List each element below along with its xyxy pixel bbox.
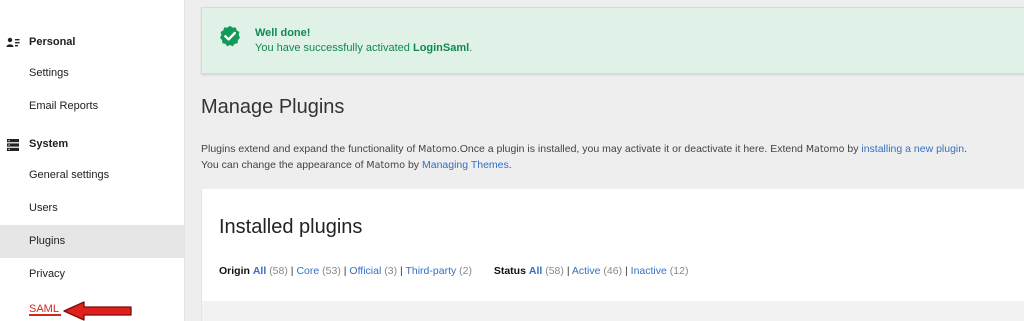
notification-message-suffix: . (469, 42, 473, 54)
sidebar-item-plugins[interactable]: Plugins (0, 225, 185, 258)
sidebar-section-label: System (29, 138, 69, 150)
filter-separator: | (343, 265, 347, 277)
red-arrow-annotation (63, 301, 132, 321)
page-description-line-2: You can change the appearance of Matomo … (201, 159, 512, 171)
notification-message-prefix: You have successfully activated (255, 42, 413, 54)
sidebar-item-label: Settings (29, 67, 69, 79)
origin-count-official: (3) (384, 265, 398, 277)
desc-text: .Once a plugin is installed, you may act… (456, 143, 806, 155)
notification-title: Well done! (255, 27, 311, 39)
status-filter-active[interactable]: Active (572, 265, 601, 277)
sidebar-item-label: Privacy (29, 268, 66, 280)
origin-count-core: (53) (322, 265, 341, 277)
success-notification: Well done! You have successfully activat… (201, 7, 1024, 74)
status-count-inactive: (12) (669, 265, 689, 277)
filter-separator: | (566, 265, 570, 277)
sidebar-item-settings[interactable]: Settings (0, 57, 185, 90)
managing-themes-link[interactable]: Managing Themes (422, 159, 509, 171)
installed-plugins-title: Installed plugins (219, 216, 363, 238)
sidebar-item-general-settings[interactable]: General settings (0, 159, 185, 192)
status-count-all: (58) (545, 265, 564, 277)
status-filter-label: Status (493, 265, 526, 277)
system-icon (7, 139, 19, 151)
brand-name: Matomo (418, 144, 457, 155)
origin-filter-all[interactable]: All (253, 265, 266, 277)
notification-plugin-name: LoginSaml (412, 42, 470, 54)
origin-count-all: (58) (269, 265, 288, 277)
brand-name: Matomo (366, 160, 406, 171)
brand-name: Matomo (805, 144, 845, 155)
desc-text: You can change the appearance of (201, 159, 367, 171)
origin-filter-official[interactable]: Official (349, 265, 381, 277)
status-filter-inactive[interactable]: Inactive (631, 265, 667, 277)
admin-sidebar: Personal Settings Email Reports System G… (0, 0, 185, 321)
status-filter-all[interactable]: All (529, 265, 542, 277)
desc-text: . (964, 143, 968, 155)
origin-filter-third-party[interactable]: Third-party (405, 265, 456, 277)
filter-separator: | (290, 265, 294, 277)
sidebar-item-label: Email Reports (29, 100, 99, 112)
personal-icon (6, 37, 20, 47)
sidebar-item-label: Plugins (29, 235, 66, 247)
sidebar-item-users[interactable]: Users (0, 192, 185, 225)
page-title: Manage Plugins (201, 96, 345, 118)
desc-text: by (405, 159, 422, 171)
installed-plugins-card: Installed plugins Origin All (58) | Core… (201, 189, 1024, 301)
saml-underline-annotation (29, 314, 61, 316)
desc-text: Plugins extend and expand the functional… (201, 143, 419, 155)
sidebar-section-label: Personal (29, 36, 76, 48)
plugin-filters: Origin All (58) | Core (53) | Official (… (219, 265, 688, 277)
check-badge-icon (220, 25, 240, 47)
status-count-active: (46) (603, 265, 623, 277)
origin-filter-label: Origin (219, 265, 250, 277)
sidebar-item-label: Users (29, 202, 58, 214)
plugin-table-header-strip (201, 301, 1024, 321)
sidebar-item-privacy[interactable]: Privacy (0, 258, 185, 291)
origin-count-third-party: (2) (459, 265, 472, 277)
filter-separator: | (400, 265, 403, 277)
sidebar-item-email-reports[interactable]: Email Reports (0, 90, 185, 123)
desc-text: by (844, 143, 862, 155)
page-description-line-1: Plugins extend and expand the functional… (201, 143, 967, 155)
origin-filter-core[interactable]: Core (296, 265, 319, 277)
sidebar-item-label: General settings (29, 169, 110, 181)
notification-message: You have successfully activated LoginSam… (255, 42, 472, 54)
filter-separator: | (625, 265, 628, 277)
desc-text: . (508, 159, 512, 171)
install-new-plugin-link[interactable]: installing a new plugin (861, 143, 964, 155)
